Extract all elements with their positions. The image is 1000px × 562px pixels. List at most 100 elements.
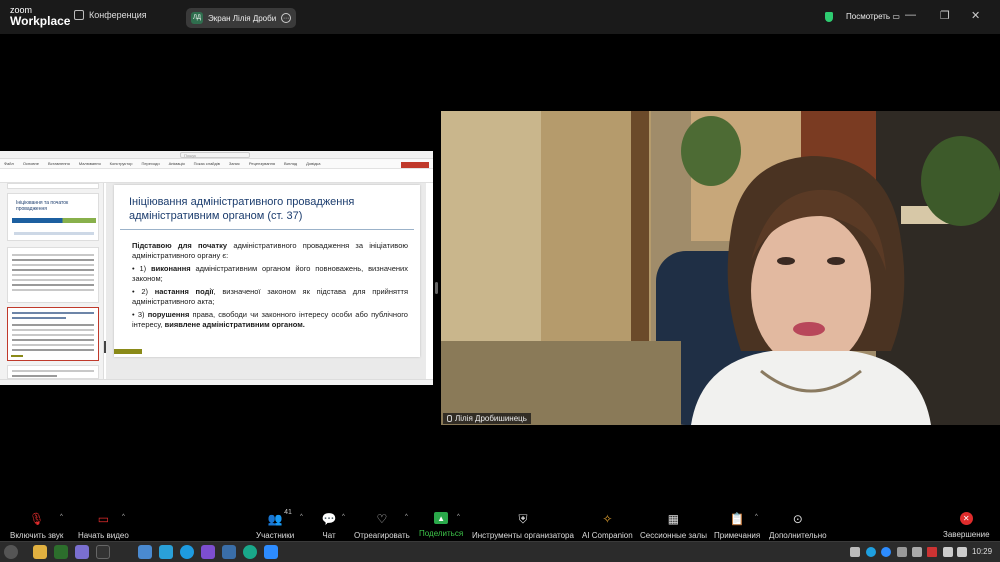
ribbon-tab: Конструктор xyxy=(109,161,133,166)
more-label: Дополнительно xyxy=(769,531,827,540)
more-options-icon[interactable]: ⋯ xyxy=(281,13,291,23)
participants-options-caret[interactable]: ^ xyxy=(300,514,303,520)
notes-icon: 📋 xyxy=(729,512,745,526)
conference-tab[interactable]: Конференция xyxy=(74,10,147,20)
ribbon-tab: Основне xyxy=(22,161,39,166)
edge-browser-icon[interactable] xyxy=(180,545,194,559)
folder-icon[interactable] xyxy=(33,545,47,559)
heart-icon: ♡ xyxy=(376,512,388,526)
ai-companion-label: AI Companion xyxy=(582,531,633,540)
start-video-label: Начать видео xyxy=(78,531,129,540)
app-icon[interactable] xyxy=(75,545,89,559)
ribbon-tab: Анімація xyxy=(168,161,185,166)
conference-icon xyxy=(74,10,84,20)
ribbon-tab: Переходи xyxy=(141,161,160,166)
terminal-icon[interactable] xyxy=(54,545,68,559)
volume-tray-icon[interactable] xyxy=(943,547,953,557)
slide-thumbnail xyxy=(7,183,99,189)
chat-icon: 💬 xyxy=(321,512,337,526)
clock[interactable]: 10:29 xyxy=(972,547,992,556)
zoom-logo: zoom Workplace xyxy=(10,5,71,28)
mic-muted-icon xyxy=(447,415,452,422)
clipboard-tray-icon[interactable] xyxy=(850,547,860,557)
slide-intro: Підставою для початку адміністративного … xyxy=(132,241,408,260)
breakout-rooms-button[interactable]: ▦ Сессионные залы xyxy=(640,512,707,540)
view-button[interactable]: Посмотреть ▭ xyxy=(846,12,900,21)
notes-options-caret[interactable]: ^ xyxy=(755,514,758,520)
screen-share-pill[interactable]: ЛД Экран Лілія Дробиши... ⋯ xyxy=(186,8,296,28)
ribbon-tab: Рецензування xyxy=(248,161,275,166)
zoom-taskbar-icon[interactable] xyxy=(264,545,278,559)
paw-app-icon[interactable] xyxy=(222,545,236,559)
os-taskbar: 10:29 xyxy=(0,541,1000,562)
slide-item-2: • 2) настання події, визначеної законом … xyxy=(132,287,409,306)
react-options-caret[interactable]: ^ xyxy=(405,514,408,520)
mail-icon[interactable] xyxy=(138,545,152,559)
unmute-button[interactable]: 🎙 Включить звук xyxy=(10,512,63,540)
slide-thumbnail xyxy=(7,365,99,379)
notes-button[interactable]: 📋 Примечания xyxy=(714,512,760,540)
title-bar: zoom Workplace Конференция ЛД Экран Лілі… xyxy=(0,0,1000,34)
host-tools-button[interactable]: ⛨ Инструменты организатора xyxy=(472,511,574,541)
zoom-tray-icon[interactable] xyxy=(881,547,891,557)
audio-options-caret[interactable]: ^ xyxy=(60,514,63,520)
slide-thumbnails: Ініціювання та початок провадження xyxy=(0,183,104,379)
encryption-shield-icon[interactable] xyxy=(825,12,833,22)
minimize-button[interactable]: — xyxy=(905,9,916,21)
battery-tray-icon[interactable] xyxy=(957,547,967,557)
video-options-caret[interactable]: ^ xyxy=(122,514,125,520)
chat-options-caret[interactable]: ^ xyxy=(342,514,345,520)
printer-tray-icon[interactable] xyxy=(897,547,907,557)
participant-video-frame xyxy=(441,111,1000,425)
participants-label: Участники xyxy=(256,531,295,540)
start-menu-icon[interactable] xyxy=(4,545,18,559)
console-icon[interactable] xyxy=(96,545,110,559)
slide-thumbnail-selected xyxy=(7,307,99,361)
viber-icon[interactable] xyxy=(201,545,215,559)
recording-indicator xyxy=(401,162,429,168)
more-button[interactable]: ⊙ Дополнительно xyxy=(769,512,827,540)
slide-thumbnail: Ініціювання та початок провадження xyxy=(7,193,99,241)
ribbon-tab: Вигляд xyxy=(284,161,298,166)
share-options-caret[interactable]: ^ xyxy=(457,514,460,520)
keyboard-layout-icon[interactable] xyxy=(927,547,937,557)
screen-share-label: Экран Лілія Дробиши... xyxy=(208,13,276,23)
logo-line2: Workplace xyxy=(10,14,71,28)
notes-label: Примечания xyxy=(714,531,761,540)
chat-button[interactable]: 💬 Чат xyxy=(321,512,337,540)
ribbon-tab: Малювання xyxy=(78,161,101,166)
participants-icon: 👥 41 xyxy=(267,509,292,526)
react-button[interactable]: ♡ Отреагировать xyxy=(354,512,410,540)
end-call-icon: ✕ xyxy=(959,512,973,525)
participants-button[interactable]: 👥 41 Участники xyxy=(256,509,295,540)
app-title-strip: Пошук xyxy=(0,151,433,159)
network-tray-icon[interactable] xyxy=(912,547,922,557)
video-off-icon: ▭ xyxy=(97,512,110,526)
slide-title: Ініціювання адміністративного провадженн… xyxy=(129,196,355,222)
unmute-label: Включить звук xyxy=(10,531,64,540)
close-button[interactable]: ✕ xyxy=(971,9,980,22)
ai-companion-button[interactable]: ✧ AI Companion xyxy=(582,512,633,540)
slide-editor: Ініціювання адміністративного провадженн… xyxy=(106,183,426,379)
participants-count: 41 xyxy=(284,509,292,516)
ribbon-tab: Показ слайдів xyxy=(193,161,220,166)
ribbon-toolbar xyxy=(0,169,433,183)
slide-title-underline xyxy=(120,229,414,230)
breakout-rooms-label: Сессионные залы xyxy=(640,531,707,540)
share-label: Поделиться xyxy=(419,529,464,538)
participant-name: Лілія Дробишинець xyxy=(455,414,527,423)
participant-video-tile[interactable]: Лілія Дробишинець xyxy=(441,111,1000,425)
participant-name-tag: Лілія Дробишинець xyxy=(443,413,531,424)
split-resize-handle[interactable] xyxy=(435,282,438,294)
maximize-button[interactable]: ❐ xyxy=(940,9,950,22)
messenger-icon[interactable] xyxy=(243,545,257,559)
shared-screen: Пошук Файл Основне Вставлення Малювання … xyxy=(0,151,433,385)
end-meeting-button[interactable]: ✕ Завершение xyxy=(943,512,990,539)
telegram-tray-icon[interactable] xyxy=(866,547,876,557)
app-status-bar xyxy=(0,379,433,385)
end-meeting-label: Завершение xyxy=(943,530,990,539)
email-client-icon[interactable] xyxy=(159,545,173,559)
slide-item-1: • 1) виконання адміністративним органом … xyxy=(132,264,408,283)
thumbnail-title: Ініціювання та початок провадження xyxy=(16,200,69,212)
shield-icon: ⛨ xyxy=(518,511,528,526)
